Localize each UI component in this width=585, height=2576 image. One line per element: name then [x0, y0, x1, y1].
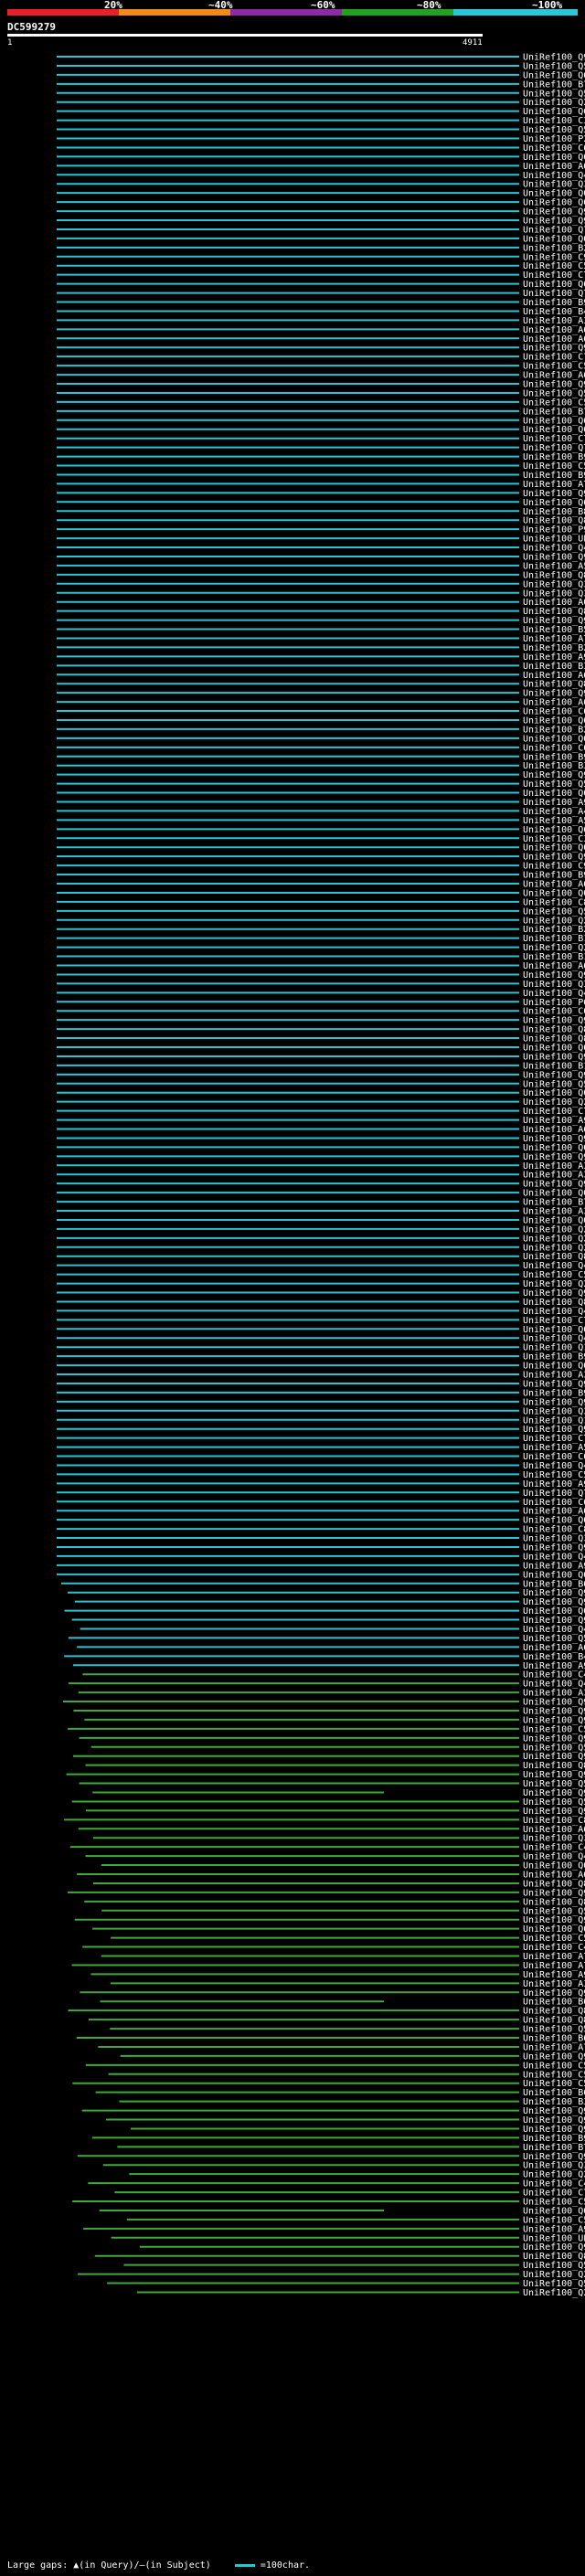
- legend-scale-swatch: [234, 2563, 255, 2567]
- legend-scale-key: =100char.: [260, 2560, 311, 2571]
- legend: Large gaps: ▲(in Query)/—(in Subject) =1…: [7, 2560, 310, 2571]
- legend-gap-key: ▲(in Query)/—(in Subject): [73, 2560, 211, 2571]
- hit-alignment-panel: UniRef100_Q94GJ9UniRef100_Q5DVU0UniRef10…: [57, 53, 585, 2298]
- legend-large-gaps-label: Large gaps:: [7, 2560, 69, 2571]
- hit-label[interactable]: UniRef100_Q2PH59: [523, 2288, 585, 2298]
